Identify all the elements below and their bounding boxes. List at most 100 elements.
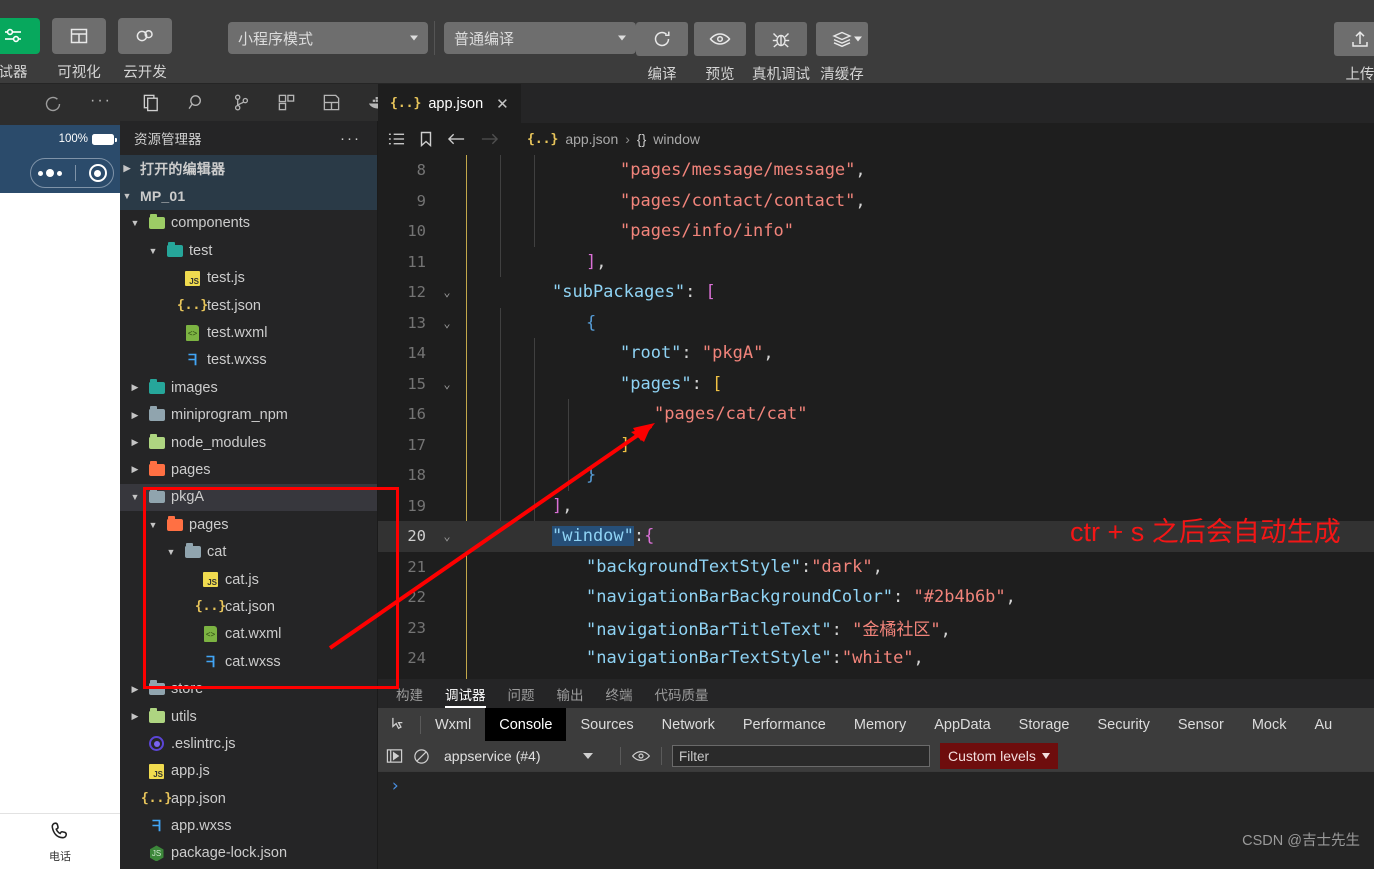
real-device-debug-button[interactable]: 真机调试 bbox=[752, 22, 810, 84]
close-icon[interactable]: ✕ bbox=[496, 95, 509, 113]
panel-tab-代码质量[interactable]: 代码质量 bbox=[655, 679, 709, 708]
clear-cache-button[interactable]: 清缓存 bbox=[816, 22, 868, 84]
console-filter-input[interactable]: Filter bbox=[672, 745, 930, 767]
tree-item-cat[interactable]: ▼ cat bbox=[120, 538, 377, 565]
code-line[interactable]: 14 "root": "pkgA", bbox=[378, 338, 1374, 369]
simulator-refresh-button[interactable] bbox=[43, 94, 63, 119]
fold-toggle-icon[interactable]: ⌄ bbox=[436, 529, 458, 543]
tree-item-components[interactable]: ▼ components bbox=[120, 210, 377, 237]
more-horizontal-icon[interactable]: ··· bbox=[340, 130, 361, 147]
tree-item-test-wxss[interactable]: ᖷ test.wxss bbox=[120, 347, 377, 374]
chevron-down-icon[interactable]: ▼ bbox=[146, 246, 160, 256]
code-line[interactable]: 18} bbox=[378, 460, 1374, 491]
tree-item-images[interactable]: ▶ images bbox=[120, 374, 377, 401]
tree-item-app-wxss[interactable]: ᖷ app.wxss bbox=[120, 812, 377, 839]
toolbar-cloud-button[interactable]: 云开发 bbox=[118, 18, 172, 82]
phone-tabbar-item-phone[interactable]: 电话 bbox=[0, 813, 120, 869]
devtools-tab-appdata[interactable]: AppData bbox=[920, 708, 1004, 741]
tree-item-node-modules[interactable]: ▶ node_modules bbox=[120, 429, 377, 456]
panel-tab-终端[interactable]: 终端 bbox=[606, 679, 633, 708]
more-horizontal-icon[interactable]: ··· bbox=[90, 92, 112, 110]
tree-item-pages[interactable]: ▶ pages bbox=[120, 456, 377, 483]
code-line[interactable]: 13 ⌄ { bbox=[378, 308, 1374, 339]
tree-item-pages[interactable]: ▼ pages bbox=[120, 511, 377, 538]
tree-item-app-json[interactable]: {..} app.json bbox=[120, 785, 377, 812]
tree-item-miniprogram-npm[interactable]: ▶ miniprogram_npm bbox=[120, 402, 377, 429]
chevron-right-icon[interactable]: ▶ bbox=[128, 410, 142, 421]
tree-item-test-wxml[interactable]: <> test.wxml bbox=[120, 319, 377, 346]
compile-select[interactable]: 普通编译 bbox=[444, 22, 636, 54]
panel-tab-构建[interactable]: 构建 bbox=[396, 679, 423, 708]
devtools-tab-wxml[interactable]: Wxml bbox=[421, 708, 485, 741]
devtools-tab-au[interactable]: Au bbox=[1300, 708, 1346, 741]
tree-item-test-json[interactable]: {..} test.json bbox=[120, 292, 377, 319]
devtools-tab-sensor[interactable]: Sensor bbox=[1164, 708, 1238, 741]
tree-item-cat-wxss[interactable]: ᖷ cat.wxss bbox=[120, 648, 377, 675]
fold-toggle-icon[interactable]: ⌄ bbox=[436, 316, 458, 330]
inspect-element-icon[interactable] bbox=[378, 708, 420, 741]
upload-button[interactable]: 上传 bbox=[1334, 22, 1374, 84]
toolbar-simulator-button[interactable]: 试器 bbox=[0, 18, 40, 82]
panel-tab-输出[interactable]: 输出 bbox=[557, 679, 584, 708]
tree-item-utils[interactable]: ▶ utils bbox=[120, 703, 377, 730]
outline-icon[interactable] bbox=[388, 132, 405, 146]
devtools-tab-performance[interactable]: Performance bbox=[729, 708, 840, 741]
code-line[interactable]: 8 "pages/message/message", bbox=[378, 155, 1374, 186]
chevron-right-icon[interactable]: ▶ bbox=[128, 464, 142, 475]
tree-item-app-js[interactable]: JS app.js bbox=[120, 758, 377, 785]
code-line[interactable]: 15 ⌄ "pages": [ bbox=[378, 369, 1374, 400]
extensions-icon[interactable] bbox=[277, 93, 296, 112]
tree-item-package-lock-json[interactable]: JS package-lock.json bbox=[120, 840, 377, 867]
console-context-select[interactable]: appservice (#4) bbox=[440, 748, 610, 764]
tree-item-cat-js[interactable]: JS cat.js bbox=[120, 566, 377, 593]
devtools-tab-mock[interactable]: Mock bbox=[1238, 708, 1301, 741]
breadcrumb-file[interactable]: app.json bbox=[565, 131, 618, 147]
code-line[interactable]: 16 "pages/cat/cat" bbox=[378, 399, 1374, 430]
tree-item-cat-wxml[interactable]: <> cat.wxml bbox=[120, 621, 377, 648]
breadcrumb-symbol[interactable]: window bbox=[653, 131, 700, 147]
tree-item-test-js[interactable]: JS test.js bbox=[120, 265, 377, 292]
tree-item-store[interactable]: ▶ store bbox=[120, 675, 377, 702]
code-line[interactable]: 21 "backgroundTextStyle":"dark", bbox=[378, 552, 1374, 583]
execute-icon[interactable] bbox=[386, 748, 403, 764]
panel-tab-调试器[interactable]: 调试器 bbox=[445, 679, 486, 708]
code-line[interactable]: 11], bbox=[378, 247, 1374, 278]
chevron-down-icon[interactable]: ▼ bbox=[128, 218, 142, 228]
chevron-down-icon[interactable]: ▼ bbox=[128, 492, 142, 502]
console-levels-select[interactable]: Custom levels bbox=[940, 743, 1058, 769]
toolbar-visual-button[interactable]: 可视化 bbox=[52, 18, 106, 82]
capsule-button[interactable] bbox=[30, 158, 114, 188]
code-line[interactable]: 23 "navigationBarTitleText": "金橘社区", bbox=[378, 613, 1374, 644]
compile-button[interactable]: 编译 bbox=[636, 22, 688, 84]
chevron-right-icon[interactable]: ▶ bbox=[128, 382, 142, 393]
tree-item-cat-json[interactable]: {..} cat.json bbox=[120, 593, 377, 620]
fold-toggle-icon[interactable]: ⌄ bbox=[436, 377, 458, 391]
devtools-tab-network[interactable]: Network bbox=[648, 708, 729, 741]
preview-button[interactable]: 预览 bbox=[694, 22, 746, 84]
code-line[interactable]: 17] bbox=[378, 430, 1374, 461]
tree-item-test[interactable]: ▼ test bbox=[120, 237, 377, 264]
chevron-down-icon[interactable]: ▼ bbox=[146, 520, 160, 530]
console-prompt[interactable]: › bbox=[378, 772, 1374, 796]
code-line[interactable]: 22 "navigationBarBackgroundColor": "#2b4b… bbox=[378, 582, 1374, 613]
devtools-tab-security[interactable]: Security bbox=[1083, 708, 1163, 741]
panel-tab-问题[interactable]: 问题 bbox=[508, 679, 535, 708]
devtools-tab-console[interactable]: Console bbox=[485, 708, 567, 741]
explorer-open-editors[interactable]: ▶ 打开的编辑器 bbox=[120, 155, 377, 183]
chevron-right-icon[interactable]: ▶ bbox=[128, 684, 142, 695]
explorer-project-root[interactable]: ▼ MP_01 bbox=[120, 182, 377, 210]
devtools-tab-memory[interactable]: Memory bbox=[840, 708, 920, 741]
code-content[interactable]: 8 "pages/message/message", 9 "pages/contact… bbox=[378, 155, 1374, 679]
devtools-tab-storage[interactable]: Storage bbox=[1005, 708, 1084, 741]
arrow-left-icon[interactable] bbox=[447, 132, 466, 146]
chevron-right-icon[interactable]: ▶ bbox=[128, 437, 142, 448]
code-line[interactable]: 12 ⌄ "subPackages": [ bbox=[378, 277, 1374, 308]
chevron-right-icon[interactable]: ▶ bbox=[128, 711, 142, 722]
mode-select[interactable]: 小程序模式 bbox=[228, 22, 428, 54]
search-icon[interactable] bbox=[187, 93, 206, 112]
tree-item-pkga[interactable]: ▼ pkgA bbox=[120, 483, 377, 512]
bookmark-icon[interactable] bbox=[419, 131, 433, 147]
code-line[interactable]: 10 "pages/info/info" bbox=[378, 216, 1374, 247]
code-line[interactable]: 24 "navigationBarTextStyle":"white", bbox=[378, 643, 1374, 674]
tree-item--eslintrc-js[interactable]: .eslintrc.js bbox=[120, 730, 377, 757]
